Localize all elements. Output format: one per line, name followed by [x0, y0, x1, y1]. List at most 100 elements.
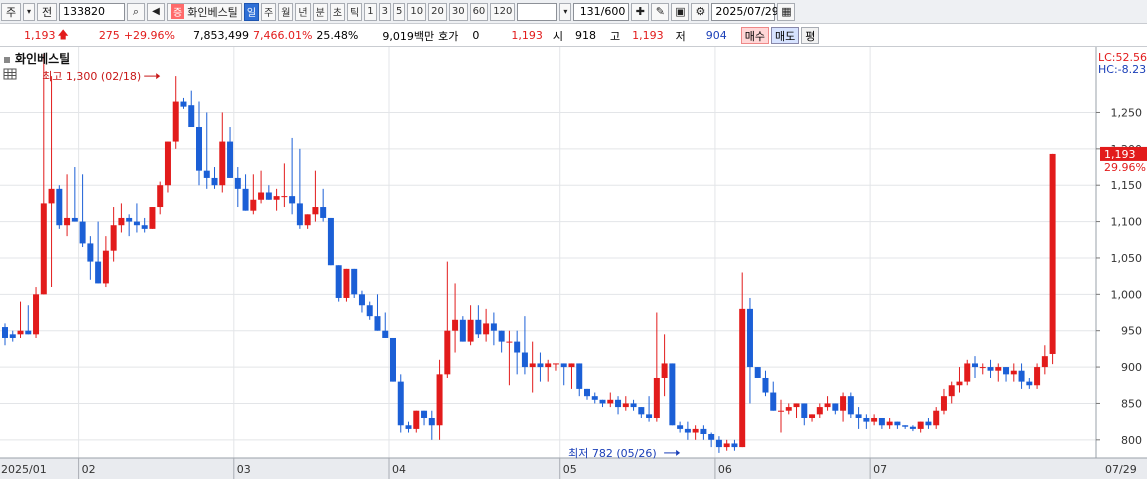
interval-3[interactable]: 3	[378, 2, 391, 21]
candle-body	[203, 170, 210, 178]
candle-body	[452, 319, 459, 331]
candle-body	[483, 323, 490, 335]
candle-body	[498, 330, 505, 342]
candle-body	[615, 399, 622, 408]
candle-body	[242, 188, 249, 211]
candle-body	[979, 367, 986, 369]
market-selector[interactable]: 주	[1, 2, 21, 21]
date-input[interactable]: 2025/07/29	[711, 2, 779, 21]
market-label: 주	[5, 5, 17, 19]
interval-10[interactable]: 10	[407, 2, 427, 21]
candle-body	[118, 217, 125, 226]
candle-body	[661, 363, 668, 378]
candle-body	[33, 294, 40, 335]
candlestick-chart[interactable]: 8008509009501,0001,0501,1001,1501,2001,2…	[0, 47, 1147, 479]
save-button[interactable]: ▣	[671, 2, 690, 21]
candle-body	[211, 177, 218, 186]
candle-count[interactable]: 131/600	[573, 2, 630, 21]
period-monthly[interactable]: 월	[278, 2, 294, 21]
period-weekly[interactable]: 주	[261, 2, 277, 21]
chevron-down-icon: ▾	[26, 7, 31, 16]
current-price: 1,193	[24, 29, 56, 42]
period-daily[interactable]: 일	[243, 2, 260, 21]
candle-body	[227, 141, 234, 178]
candle-body	[746, 308, 753, 368]
interval-dropdown[interactable]: ▾	[559, 2, 572, 21]
chart-title: 화인베스틸	[15, 51, 70, 66]
calendar-icon: ▦	[781, 5, 792, 18]
y-tick-label: 1,000	[1111, 288, 1143, 301]
period-second[interactable]: 초	[329, 2, 346, 21]
candle-body	[878, 417, 885, 426]
trade-amount: 9,019백만	[382, 29, 435, 43]
quote-bar: 1,193 🡅 275 +29.96% 7,853,499 7,466.01% …	[0, 25, 1147, 47]
candle-body	[9, 334, 16, 338]
average-button[interactable]: 평	[801, 27, 820, 44]
candle-body	[343, 268, 350, 298]
candle-body	[48, 188, 55, 204]
custom-interval-input[interactable]	[517, 2, 558, 21]
candle-body	[444, 330, 451, 375]
y-tick-label: 1,100	[1111, 216, 1143, 229]
stock-code-input[interactable]: 133820	[59, 2, 125, 21]
search-button[interactable]: ⌕	[127, 2, 145, 21]
candle-body	[64, 217, 71, 226]
type-selector[interactable]: 전	[37, 2, 57, 21]
sound-button[interactable]: ◀	[147, 2, 165, 21]
volume-percent: 7,466.01%	[252, 29, 313, 42]
interval-1[interactable]: 1	[364, 2, 377, 21]
candle-body	[692, 428, 699, 433]
volume: 7,853,499	[192, 29, 249, 42]
candle-body	[273, 196, 280, 200]
candle-body	[964, 363, 971, 382]
candle-body	[149, 207, 156, 229]
x-tick-label: 02	[82, 463, 96, 476]
candle-body	[102, 250, 109, 284]
candle-body	[95, 261, 102, 284]
candle-body	[219, 141, 226, 186]
drawing-tool-button[interactable]: ✎	[651, 2, 670, 21]
candle-body	[909, 426, 916, 429]
settings-button[interactable]: ⚙	[691, 2, 710, 21]
candle-body	[824, 403, 831, 408]
candle-body	[110, 225, 117, 251]
trend-icon: ✎	[655, 5, 665, 18]
change-percent: +29.96%	[123, 29, 175, 42]
candle-body	[133, 221, 140, 226]
hc-label: HC:-8.23	[1098, 63, 1146, 76]
period-tick[interactable]: 틱	[347, 2, 363, 21]
y-tick-label: 1,250	[1111, 106, 1143, 119]
hoga-price: 1,193	[511, 29, 543, 42]
candle-body	[793, 403, 800, 408]
interval-120[interactable]: 120	[490, 2, 516, 21]
candle-body	[514, 341, 521, 353]
candle-body	[653, 377, 660, 418]
sell-button[interactable]: 매도	[770, 27, 800, 44]
stock-name-field[interactable]: 증 화인베스틸	[167, 2, 242, 21]
candle-body	[529, 363, 536, 368]
candle-body	[40, 203, 47, 295]
candle-body	[762, 377, 769, 393]
candle-body	[506, 341, 513, 343]
period-minute[interactable]: 분	[312, 2, 328, 21]
interval-30[interactable]: 30	[448, 2, 468, 21]
candle-body	[560, 363, 567, 368]
buy-button[interactable]: 매수	[740, 27, 769, 44]
period-yearly[interactable]: 년	[295, 2, 311, 21]
candle-body	[1049, 153, 1056, 354]
interval-20[interactable]: 20	[428, 2, 447, 21]
candle-body	[552, 363, 559, 365]
candle-body	[669, 363, 676, 426]
open-label: 시	[552, 29, 563, 43]
candle-body	[917, 421, 924, 429]
interval-60[interactable]: 60	[469, 2, 489, 21]
x-tick-label: 04	[392, 463, 406, 476]
candle-body	[428, 417, 435, 426]
candle-body	[646, 414, 653, 418]
gear-icon: ⚙	[695, 5, 706, 18]
calendar-button[interactable]: ▦	[777, 2, 796, 21]
indicator-button[interactable]: ✚	[631, 2, 650, 21]
market-dropdown[interactable]: ▾	[23, 2, 35, 21]
interval-5[interactable]: 5	[392, 2, 406, 21]
low-label: 저	[675, 29, 686, 43]
